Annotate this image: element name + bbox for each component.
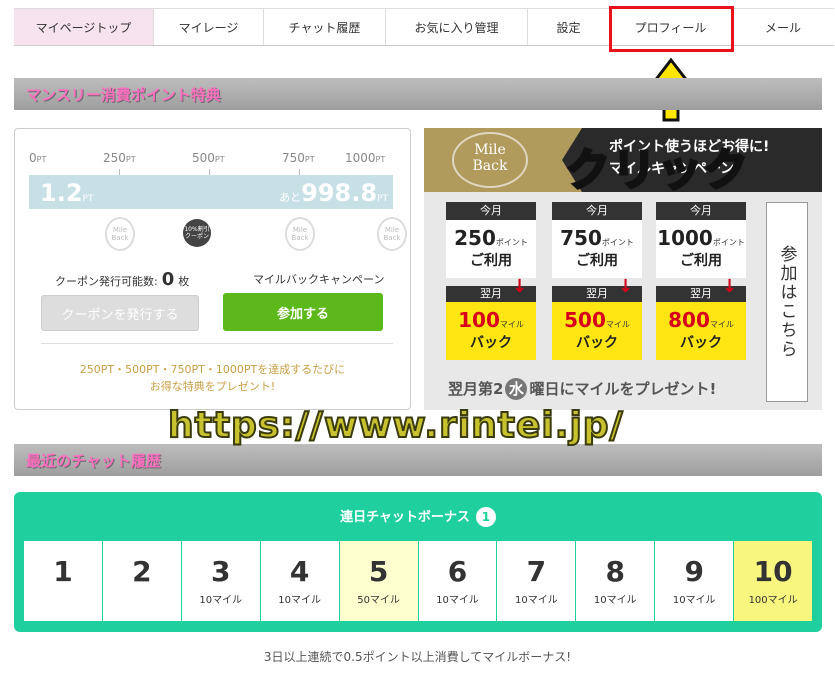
tick-1000: 1000PT bbox=[345, 151, 386, 165]
bonus-day: 5 50マイル bbox=[339, 541, 419, 621]
bonus-footnote: 3日以上連続で0.5ポイント以上消費してマイルボーナス! bbox=[263, 650, 572, 664]
issue-coupon-button[interactable]: クーポンを発行する bbox=[41, 295, 199, 331]
watermark-url: https://www.rintei.jp/ bbox=[167, 404, 624, 447]
bonus-day: 7 10マイル bbox=[497, 541, 577, 621]
join-here-button[interactable]: 参加はこちら bbox=[766, 202, 808, 402]
tick-500: 500PT bbox=[192, 151, 225, 165]
bonus-day: 2 bbox=[102, 541, 182, 621]
down-arrow-icon: ↓ bbox=[722, 276, 738, 297]
bonus-days: 1 2 3 10マイル 4 10マイル 5 50マイル 6 10マイル 7 10マイル 8… bbox=[24, 541, 813, 621]
mileback-logo: Mile Back bbox=[452, 132, 528, 188]
mileback-medal-icon: Mile Back bbox=[377, 217, 407, 251]
points-progress-card: 0PT 250PT 500PT 750PT 1000PT 1.2PT あと998… bbox=[14, 128, 411, 410]
join-campaign-button[interactable]: 参加する bbox=[223, 293, 383, 331]
nav-settings[interactable]: 設定 bbox=[528, 9, 610, 45]
bonus-day: 1 bbox=[24, 541, 103, 621]
nav-mypage-top[interactable]: マイページトップ bbox=[14, 9, 154, 45]
down-arrow-icon: ↓ bbox=[618, 276, 634, 297]
bonus-day: 10 100マイル bbox=[734, 541, 813, 621]
mileback-campaign-label: マイルバックキャンペーン bbox=[253, 273, 385, 286]
nav-mail[interactable]: メール bbox=[732, 9, 834, 45]
bonus-day: 8 10マイル bbox=[576, 541, 656, 621]
current-points: 1.2PT bbox=[40, 179, 94, 207]
bonus-day: 3 10マイル bbox=[181, 541, 261, 621]
daily-chat-bonus-panel: 連日チャットボーナス 1 1 2 3 10マイル 4 10マイル 5 50マイル 6 10… bbox=[14, 492, 822, 632]
bonus-day: 6 10マイル bbox=[418, 541, 498, 621]
click-annotation: クリック bbox=[565, 144, 750, 198]
points-note: 250PT・500PT・750PT・1000PTを達成するたびに お得な特典をプ… bbox=[79, 363, 346, 393]
nav-favorites[interactable]: お気に入り管理 bbox=[386, 9, 528, 45]
profile-highlight-box bbox=[609, 6, 734, 52]
nav-mileage[interactable]: マイレージ bbox=[154, 9, 264, 45]
down-arrow-icon: ↓ bbox=[512, 276, 528, 297]
monthly-section-title: マンスリー消費ポイント特典 bbox=[14, 78, 822, 110]
remaining-points: あと998.8PT bbox=[279, 179, 388, 207]
chat-history-section-title: 最近のチャット履歴 bbox=[14, 444, 822, 476]
tick-750: 750PT bbox=[282, 151, 315, 165]
coupon-milestone-icon: 10%割引 クーポン bbox=[183, 219, 211, 247]
mileback-medal-icon: Mile Back bbox=[285, 217, 315, 251]
bonus-count-badge: 1 bbox=[475, 507, 496, 527]
mileback-medal-icon: Mile Back bbox=[105, 217, 135, 251]
coupon-count: クーポン発行可能数: 0 枚 bbox=[55, 269, 190, 290]
bonus-title: 連日チャットボーナス 1 bbox=[14, 506, 822, 527]
bonus-day: 9 10マイル bbox=[655, 541, 735, 621]
bonus-day: 4 10マイル bbox=[260, 541, 340, 621]
tick-250: 250PT bbox=[103, 151, 136, 165]
banner-footer-text: 翌月第2 水曜日にマイルをプレゼント! bbox=[448, 378, 717, 400]
nav-chat-history[interactable]: チャット履歴 bbox=[264, 9, 386, 45]
tick-0: 0PT bbox=[29, 151, 47, 165]
